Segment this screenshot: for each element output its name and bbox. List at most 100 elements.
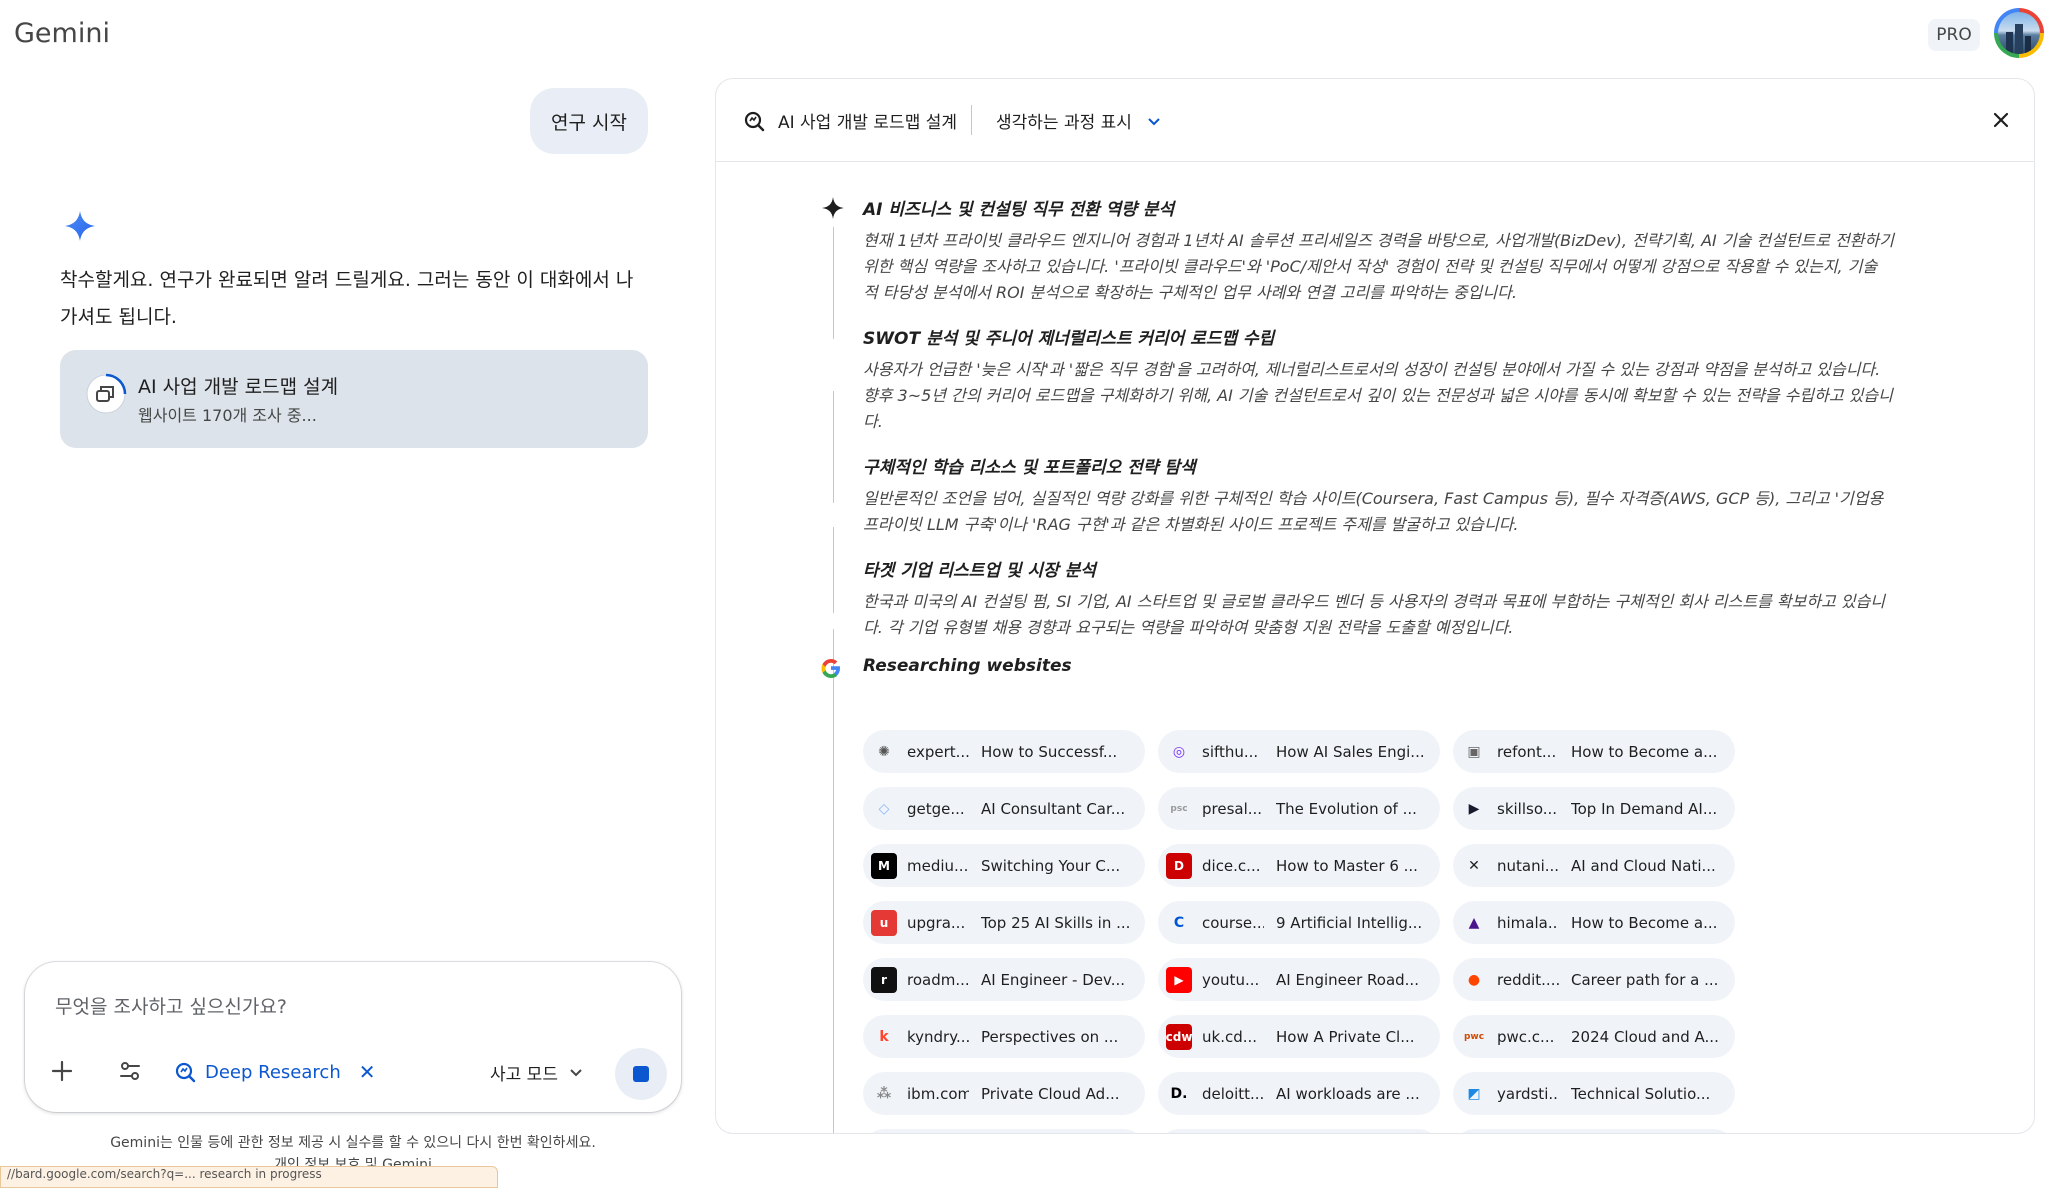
network-icon: ⁂ xyxy=(876,1085,892,1102)
thinking-step: 구체적인 학습 리소스 및 포트폴리오 전략 탐색 일반론적인 조언을 넘어, … xyxy=(863,453,1963,538)
cdw-icon: cdw xyxy=(1166,1023,1192,1050)
thinking-step: SWOT 분석 및 주니어 제너럴리스트 커리어 로드맵 수립 사용자가 언급한… xyxy=(863,324,1963,435)
deep-research-chip[interactable]: Deep Research ✕ xyxy=(173,1055,376,1089)
chevron-down-icon xyxy=(570,1069,582,1077)
research-panel: AI 사업 개발 로드맵 설계 생각하는 과정 표시 AI 비즈니스 및 컨설팅… xyxy=(715,78,2035,1134)
website-chip[interactable]: ▶ skillso... Top In Demand AI... xyxy=(1453,787,1735,830)
chevron-down-icon xyxy=(1148,117,1160,125)
add-button[interactable] xyxy=(45,1054,79,1088)
website-chip[interactable]: u upgra... Top 25 AI Skills in ... xyxy=(863,901,1145,944)
website-chip[interactable]: psc presal... The Evolution of ... xyxy=(1158,787,1440,830)
stop-icon xyxy=(633,1066,649,1082)
prompt-input-box[interactable]: 무엇을 조사하고 싶으신가요? Deep Research ✕ 사고 모드 xyxy=(25,962,681,1112)
research-card-title: AI 사업 개발 로드맵 설계 xyxy=(138,376,339,398)
stop-button[interactable] xyxy=(615,1048,667,1100)
deloitte-icon: D. xyxy=(1170,1085,1188,1102)
thinking-step: 타겟 기업 리스트업 및 시장 분석 한국과 미국의 AI 컨설팅 펌, SI … xyxy=(863,556,1963,641)
website-domain: kyndry... xyxy=(907,1027,969,1046)
prompt-input[interactable]: 무엇을 조사하고 싶으신가요? xyxy=(55,992,287,1019)
website-chip[interactable]: cdw uk.cd... How A Private Cl... xyxy=(1158,1015,1440,1058)
divider xyxy=(971,105,972,135)
timeline-line xyxy=(833,699,834,1133)
website-page-title: How to Master 6 ... xyxy=(1276,856,1418,875)
website-domain: sifthu... xyxy=(1202,742,1259,761)
avatar-image xyxy=(1998,12,2040,54)
website-page-title: AI workloads are ... xyxy=(1276,1084,1420,1103)
website-domain: dice.c... xyxy=(1202,856,1261,875)
website-chip[interactable]: ● reddit.... Career path for a ... xyxy=(1453,958,1735,1001)
website-chip[interactable]: k kyndry... Perspectives on ... xyxy=(863,1015,1145,1058)
mountain-icon: ▲ xyxy=(1468,914,1480,931)
website-chip[interactable]: ◇ getge... AI Consultant Car... xyxy=(863,787,1145,830)
step-body: 사용자가 언급한 '늦은 시작'과 '짧은 직무 경험'을 고려하여, 제너럴리… xyxy=(863,357,1963,435)
app-title[interactable]: Gemini xyxy=(14,18,110,49)
thinking-sparkle-icon xyxy=(822,197,844,219)
website-chip[interactable]: D. deloitt... AI workloads are ... xyxy=(1158,1072,1440,1115)
close-icon[interactable]: ✕ xyxy=(359,1060,376,1084)
website-page-title: How A Private Cl... xyxy=(1276,1027,1415,1046)
show-thinking-toggle[interactable]: 생각하는 과정 표시 xyxy=(996,108,1162,133)
deep-research-label: Deep Research xyxy=(205,1061,341,1083)
arrow-logo-icon: ▶ xyxy=(1468,800,1480,817)
website-chip[interactable]: ◩ yardsti... Technical Solutio... xyxy=(1453,1072,1735,1115)
website-chip[interactable]: ✺ expert... How to Successf... xyxy=(863,730,1145,773)
website-chip[interactable]: ▶ youtu... AI Engineer Road... xyxy=(1158,958,1440,1001)
website-chip[interactable]: ▲ himala... How to Become a... xyxy=(1453,901,1735,944)
tools-button[interactable] xyxy=(113,1054,147,1088)
tune-icon xyxy=(120,1062,140,1080)
diamond-icon: ◇ xyxy=(878,800,890,817)
step-line: 위한 핵심 역량을 조사하고 있습니다. '프라이빗 클라우드'와 'PoC/제… xyxy=(863,257,1878,276)
pwc-icon: pwc xyxy=(1463,1031,1485,1042)
website-page-title: Switching Your C... xyxy=(981,856,1121,875)
reply-line: 가셔도 됩니다. xyxy=(60,306,177,328)
step-body: 일반론적인 조언을 넘어, 실질적인 역량 강화를 위한 구체적인 학습 사이트… xyxy=(863,486,1963,538)
website-chip[interactable]: Mkevina...Comparing Pre-S... xyxy=(1158,1129,1440,1133)
website-chip[interactable]: ◎ sifthu... How AI Sales Engi... xyxy=(1158,730,1440,773)
step-line: 적 타당성 분석에서 ROI 분석으로 확장하는 구체적인 업무 사례와 연결 … xyxy=(863,283,1517,302)
think-mode-dropdown[interactable]: 사고 모드 xyxy=(490,1055,584,1089)
website-page-title: Private Cloud Ad... xyxy=(981,1084,1120,1103)
step-line: 일반론적인 조언을 넘어, 실질적인 역량 강화를 위한 구체적인 학습 사이트… xyxy=(863,489,1884,508)
website-page-title: Perspectives on ... xyxy=(981,1027,1119,1046)
website-domain: yardsti... xyxy=(1497,1084,1559,1103)
website-page-title: 2024 Cloud and A... xyxy=(1571,1027,1719,1046)
pro-badge: PRO xyxy=(1928,19,1980,51)
coursera-icon: C xyxy=(1173,914,1185,931)
avatar[interactable] xyxy=(1994,8,2044,58)
research-task-card[interactable]: AI 사업 개발 로드맵 설계 웹사이트 170개 조사 중... xyxy=(60,350,648,448)
step-title: AI 비즈니스 및 컨설팅 직무 전환 역량 분석 xyxy=(863,200,1175,220)
assistant-reply: 착수할게요. 연구가 완료되면 알려 드릴게요. 그러는 동안 이 대화에서 나… xyxy=(60,262,650,336)
research-progress-icon xyxy=(86,373,127,414)
website-page-title: AI Engineer Road... xyxy=(1276,970,1419,989)
step-line: 다. xyxy=(863,412,883,431)
research-card-status: 웹사이트 170개 조사 중... xyxy=(138,406,317,425)
website-page-title: Top 25 AI Skills in ... xyxy=(981,913,1131,932)
website-page-title: AI and Cloud Nati... xyxy=(1571,856,1716,875)
website-domain: uk.cd... xyxy=(1202,1027,1258,1046)
website-chip[interactable]: Mmediu... Switching Your C... xyxy=(863,844,1145,887)
step-body: 한국과 미국의 AI 컨설팅 펌, SI 기업, AI 스타트업 및 글로벌 클… xyxy=(863,589,1963,641)
website-chip[interactable]: ⁂ ibm.com Private Cloud Ad... xyxy=(863,1072,1145,1115)
website-page-title: Top In Demand AI... xyxy=(1571,799,1718,818)
close-panel-button[interactable] xyxy=(1984,103,2018,137)
website-chip[interactable]: ✕ nutani... AI and Cloud Nati... xyxy=(1453,844,1735,887)
website-domain: himala... xyxy=(1497,913,1559,932)
website-page-title: 9 Artificial Intellig... xyxy=(1276,913,1423,932)
website-chip[interactable]: Ddice.c... How to Master 6 ... xyxy=(1158,844,1440,887)
disclaimer: Gemini는 인물 등에 관한 정보 제공 시 실수를 할 수 있으니 다시 … xyxy=(110,1135,596,1151)
website-chip[interactable]: r roadm... AI Engineer - Dev... xyxy=(863,958,1145,1001)
website-chip[interactable]: pwc pwc.c... 2024 Cloud and A... xyxy=(1453,1015,1735,1058)
gemini-sparkle-icon xyxy=(65,211,95,241)
psc-icon: psc xyxy=(1170,803,1188,814)
step-title: SWOT 분석 및 주니어 제너럴리스트 커리어 로드맵 수립 xyxy=(863,329,1275,349)
website-chip[interactable]: ●reddit....Difference betwe... xyxy=(1453,1129,1735,1133)
website-domain: pwc.c... xyxy=(1497,1027,1555,1046)
website-domain: getge... xyxy=(907,799,965,818)
website-domain: upgra... xyxy=(907,913,966,932)
spiral-icon: ◎ xyxy=(1172,743,1186,760)
deep-research-icon xyxy=(175,1062,196,1083)
website-chip[interactable]: Ccourse... 9 Artificial Intellig... xyxy=(1158,901,1440,944)
website-domain: expert... xyxy=(907,742,969,761)
website-chip[interactable]: ▣ refont... How to Become a... xyxy=(1453,730,1735,773)
website-chip[interactable]: vvivun....PreSales vs Sales... xyxy=(863,1129,1145,1133)
